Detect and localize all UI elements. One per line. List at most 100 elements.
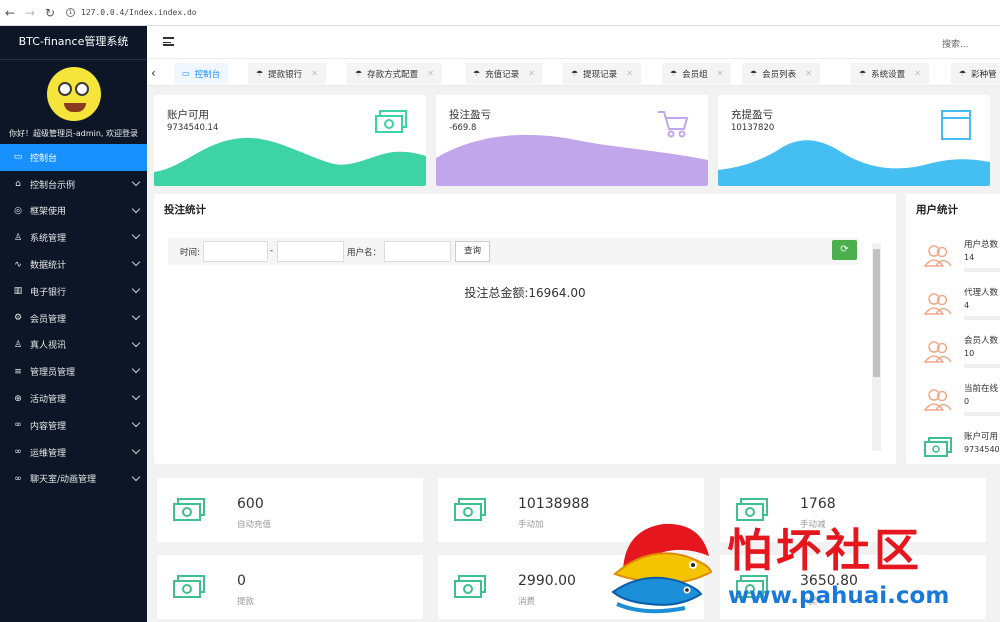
users-icon: [923, 340, 952, 367]
user-stat-row: 账户可用 9734540.: [906, 430, 1000, 478]
home-icon: ⌂: [15, 179, 21, 190]
time-label: 时间:: [180, 248, 200, 258]
tab-3[interactable]: ☂ 充值记录 ✕: [465, 63, 543, 84]
search-input[interactable]: 搜索...: [942, 37, 969, 50]
tab-6[interactable]: ☂ 会员列表 ✕: [742, 63, 820, 84]
stat-card: 充提盈亏 10137820: [718, 95, 990, 186]
sidebar-item-label: 管理员管理: [30, 368, 76, 379]
sidebar-item-11[interactable]: ∞ 运维管理: [0, 439, 147, 466]
progress-bar: [964, 412, 1000, 416]
refresh-button[interactable]: ⟳: [832, 240, 857, 260]
tab-label: 充值记录: [485, 69, 520, 80]
sidebar-item-label: 控制台示例: [30, 180, 76, 191]
link-icon: ∞: [14, 473, 22, 484]
sidebar-item-10[interactable]: ∞ 内容管理: [0, 412, 147, 439]
chevron-down-icon: [131, 311, 141, 321]
tab-8[interactable]: ☂ 彩种管: [951, 63, 1000, 84]
close-icon[interactable]: ✕: [626, 69, 633, 78]
bet-stat-panel: 投注统计: [154, 194, 896, 464]
sidebar-item-label: 聊天室/动画管理: [30, 475, 97, 486]
sidebar-item-label: 框架使用: [30, 207, 67, 218]
close-icon[interactable]: ✕: [311, 69, 318, 78]
start-date-input[interactable]: [203, 241, 268, 262]
user-panel-title: 用户统计: [916, 204, 958, 216]
users-icon: [923, 244, 952, 271]
fish-logo-icon: [611, 523, 713, 614]
user-stat-value: 9734540.: [964, 445, 1000, 454]
money-icon: [172, 574, 206, 603]
welcome-text: 你好！超级管理员-admin, 欢迎登录: [8, 129, 139, 138]
username-input[interactable]: [384, 241, 451, 262]
link-icon: ∞: [14, 420, 22, 431]
stat-card: 投注盈亏 -669.8: [436, 95, 708, 186]
user-stat-row: 会员人数 10: [906, 334, 1000, 382]
sidebar-item-label: 真人视讯: [30, 341, 67, 352]
layers-icon: ◎: [14, 205, 22, 216]
sidebar-item-1[interactable]: ⌂ 控制台示例: [0, 171, 147, 198]
sidebar-item-8[interactable]: ≡ 管理员管理: [0, 358, 147, 385]
back-icon[interactable]: ←: [0, 6, 20, 20]
sidebar-item-4[interactable]: ∿ 数据统计: [0, 251, 147, 278]
user-stat-label: 用户总数: [964, 240, 999, 250]
metric-value: 10138988: [518, 496, 590, 512]
forward-icon[interactable]: →: [20, 6, 40, 20]
stat-wave-chart: [154, 137, 426, 186]
sidebar-item-2[interactable]: ◎ 框架使用: [0, 198, 147, 225]
tab-4[interactable]: ☂ 提现记录 ✕: [563, 63, 641, 84]
panel-scrollbar[interactable]: [872, 243, 881, 451]
progress-bar: [964, 268, 1000, 272]
tab-7[interactable]: ☂ 系统设置 ✕: [851, 63, 929, 84]
money-icon: [172, 497, 206, 526]
menu-toggle-icon[interactable]: [163, 37, 174, 46]
sidebar-item-label: 活动管理: [30, 395, 67, 406]
metric-label: 提款: [237, 597, 255, 607]
users-icon: [923, 292, 952, 319]
sidebar-item-9[interactable]: ⊕ 活动管理: [0, 385, 147, 412]
tab-1[interactable]: ☂ 提款银行 ✕: [248, 63, 326, 84]
umbrella-icon: ☂: [473, 69, 481, 78]
tab-0[interactable]: ▭ 控制台: [174, 63, 229, 84]
stat-wave-chart: [436, 134, 708, 186]
metric-card: 600 自动充值: [157, 478, 423, 542]
address-bar[interactable]: i 127.0.0.4/Index.index.do: [66, 8, 197, 17]
sidebar-item-0[interactable]: ▭ 控制台: [0, 144, 147, 171]
tab-2[interactable]: ☂ 存款方式配置 ✕: [347, 63, 442, 84]
user-icon: ♙: [13, 232, 23, 243]
sidebar-item-5[interactable]: ▥ 电子银行: [0, 278, 147, 305]
system-title: BTC-finance管理系统: [0, 26, 147, 60]
metric-value: 2990.00: [518, 573, 576, 589]
sidebar-item-12[interactable]: ∞ 聊天室/动画管理: [0, 466, 147, 493]
close-icon[interactable]: ✕: [717, 69, 724, 78]
chevron-down-icon: [131, 391, 141, 401]
close-icon[interactable]: ✕: [427, 69, 434, 78]
tab-bar: ‹ ▭ 控制台 ☂ 提款银行 ✕ ☂ 存款方式配置 ✕ ☂ 充值记录 ✕ ☂ 提现记录 ✕ ☂ 会员组 ✕ ☂ 会员…: [147, 58, 1000, 86]
filter-bar: 时间: - 用户名： 查询 ⟳: [168, 238, 858, 265]
tab-5[interactable]: ☂ 会员组 ✕: [662, 63, 732, 84]
avatar[interactable]: [46, 67, 101, 121]
scrollbar-thumb[interactable]: [873, 249, 880, 377]
metric-label: 自动充值: [237, 520, 272, 530]
umbrella-icon: ☂: [859, 69, 867, 78]
chevron-down-icon: [131, 284, 141, 294]
pulse-icon: ∿: [14, 259, 22, 270]
query-button[interactable]: 查询: [455, 241, 490, 262]
monitor-icon: ▭: [182, 69, 190, 78]
sidebar-item-6[interactable]: ⚙ 会员管理: [0, 305, 147, 332]
chevron-down-icon: [131, 204, 141, 213]
close-icon[interactable]: ✕: [528, 69, 535, 78]
money-icon: [453, 497, 487, 526]
tab-label: 存款方式配置: [367, 69, 419, 80]
reload-icon[interactable]: ↻: [40, 6, 60, 20]
close-icon[interactable]: ✕: [914, 69, 921, 78]
umbrella-icon: ☂: [750, 69, 758, 78]
bet-total-amount: 投注总金额:16964.00: [464, 286, 586, 300]
sidebar-item-7[interactable]: ♙ 真人视讯: [0, 332, 147, 359]
info-icon: i: [66, 8, 75, 17]
user-stat-label: 会员人数: [964, 336, 999, 346]
stat-wave-chart: [718, 140, 990, 186]
tab-scroll-left-icon[interactable]: ‹: [151, 66, 156, 80]
sidebar-item-3[interactable]: ♙ 系统管理: [0, 224, 147, 251]
end-date-input[interactable]: [277, 241, 344, 262]
close-icon[interactable]: ✕: [805, 69, 812, 78]
user-stat-panel: 用户统计 用户总数 14 代理人数 4 会员人数 10 当前在线 0 账户可用 9734540.: [906, 194, 1000, 464]
